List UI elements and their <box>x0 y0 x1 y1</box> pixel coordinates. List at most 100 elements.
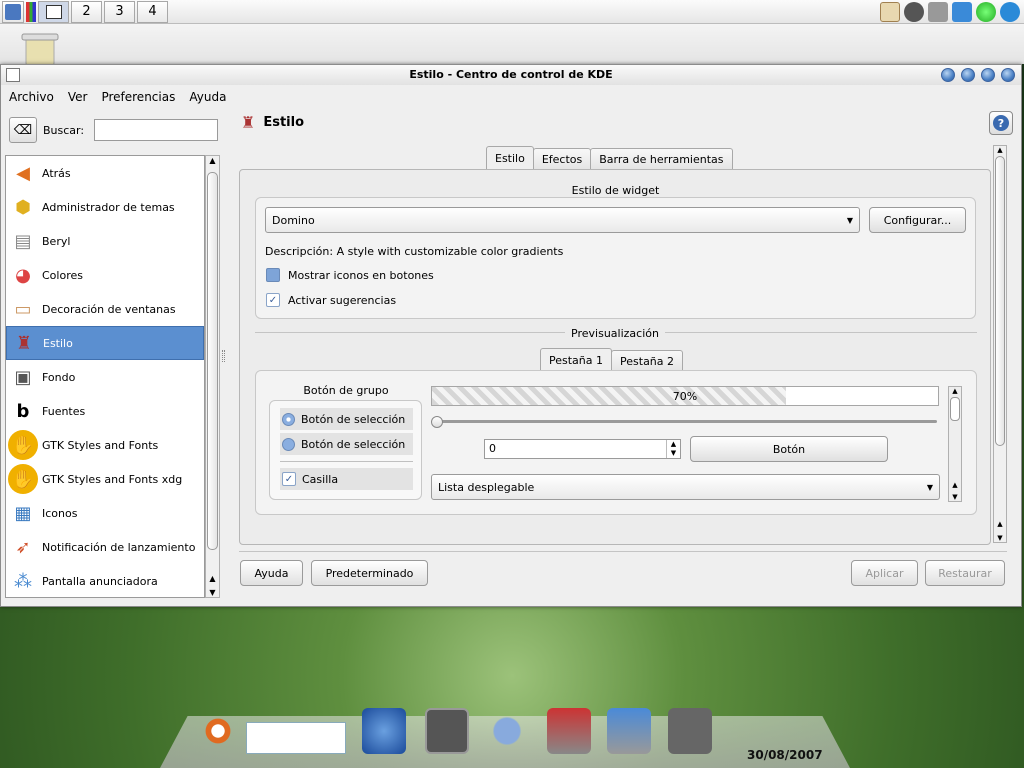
klipper-icon[interactable] <box>880 2 900 22</box>
tooltips-checkbox[interactable]: ✓ Activar sugerencias <box>266 293 396 307</box>
desktop-1-button[interactable] <box>38 0 69 23</box>
menu-archivo[interactable]: Archivo <box>9 90 54 104</box>
module-list-scrollbar[interactable]: ▲ ▲ ▼ <box>205 155 220 598</box>
bottom-divider <box>239 551 1007 552</box>
slider-track <box>437 420 937 423</box>
globe-icon[interactable] <box>1000 2 1020 22</box>
terminal-icon[interactable] <box>425 708 469 754</box>
color-icon <box>26 1 36 22</box>
progress-bar: 70% <box>431 386 939 406</box>
dropdown-arrow-icon: ▼ <box>926 483 933 492</box>
splitter-handle[interactable] <box>222 350 225 362</box>
screenshot-icon[interactable] <box>607 708 651 754</box>
style-description: Descripción: A style with customizable c… <box>265 245 564 258</box>
whats-this-button[interactable]: ? <box>989 111 1013 135</box>
scroll-down-icon[interactable]: ▼ <box>994 534 1006 542</box>
kde-logo-icon[interactable] <box>362 708 406 754</box>
package-manager-icon[interactable] <box>547 708 591 754</box>
checkmark-icon[interactable]: ✓ <box>266 293 280 307</box>
scroll-thumb[interactable] <box>950 397 960 421</box>
system-tray <box>880 2 1020 22</box>
sidebar-item-splash-screen[interactable]: ⁂ Pantalla anunciadora <box>6 564 204 597</box>
tab-estilo[interactable]: Estilo <box>486 146 534 170</box>
ubuntu-icon[interactable] <box>196 708 240 754</box>
desktop-2-button[interactable]: 2 <box>71 0 102 23</box>
apply-button[interactable]: Aplicar <box>851 560 918 586</box>
network-tool-icon[interactable] <box>485 708 529 754</box>
sidebar-item-gtk-styles-xdg[interactable]: ✋ GTK Styles and Fonts xdg <box>6 462 204 496</box>
sidebar-item-gtk-styles[interactable]: ✋ GTK Styles and Fonts <box>6 428 204 462</box>
menu-ver[interactable]: Ver <box>68 90 88 104</box>
scroll-up-icon-2[interactable]: ▲ <box>949 481 961 489</box>
question-icon: ? <box>993 115 1009 131</box>
content-scrollbar[interactable]: ▲ ▲ ▼ <box>993 145 1007 543</box>
sidebar-item-fonts[interactable]: b Fuentes <box>6 394 204 428</box>
sidebar-item-launch-feedback[interactable]: ➶ Notificación de lanzamiento <box>6 530 204 564</box>
configure-button[interactable]: Configurar... <box>869 207 966 233</box>
scroll-up-icon[interactable]: ▲ <box>949 387 961 395</box>
bluetooth-icon[interactable] <box>904 2 924 22</box>
widget-style-title: Estilo de widget <box>571 184 660 197</box>
control-center-icon[interactable] <box>668 708 712 754</box>
scroll-down-icon[interactable]: ▼ <box>206 588 219 597</box>
show-icons-checkbox[interactable]: Mostrar iconos en botones <box>266 268 434 282</box>
tab-efectos[interactable]: Efectos <box>532 148 592 170</box>
tab-pestana-1[interactable]: Pestaña 1 <box>540 348 613 372</box>
sidebar-item-colors[interactable]: ◕ Colores <box>6 258 204 292</box>
sidebar-item-theme-manager[interactable]: ⬢ Administrador de temas <box>6 190 204 224</box>
desktop-3-button[interactable]: 3 <box>104 0 135 23</box>
help-button[interactable]: Ayuda <box>240 560 303 586</box>
maximize-icon[interactable] <box>981 68 995 82</box>
scroll-up-icon-2[interactable]: ▲ <box>994 520 1006 528</box>
trash-icon[interactable] <box>18 30 62 67</box>
sidebar-item-icons[interactable]: ▦ Iconos <box>6 496 204 530</box>
window-decoration-icon: ▭ <box>14 298 32 320</box>
scroll-thumb[interactable] <box>995 156 1005 446</box>
sidebar-item-beryl[interactable]: ▤ Beryl <box>6 224 204 258</box>
spin-arrows-icon[interactable]: ▲ ▼ <box>666 440 680 458</box>
scroll-down-icon[interactable]: ▼ <box>949 493 961 501</box>
sidebar-item-style[interactable]: ♜ Estilo <box>6 326 204 360</box>
usb-icon[interactable] <box>928 2 948 22</box>
desktop-4-button[interactable]: 4 <box>137 0 168 23</box>
widget-style-select[interactable]: Domino ▼ <box>265 207 860 233</box>
preview-slider[interactable] <box>431 416 941 428</box>
sidebar-item-back[interactable]: ◀ Atrás <box>6 156 204 190</box>
preview-dropdown[interactable]: Lista desplegable ▼ <box>431 474 940 500</box>
window-menu-icon[interactable] <box>6 68 20 82</box>
help-title-icon[interactable] <box>941 68 955 82</box>
scroll-up-icon[interactable]: ▲ <box>206 156 219 170</box>
preview-checkbox[interactable]: ✓ Casilla <box>280 468 413 490</box>
minimize-icon[interactable] <box>961 68 975 82</box>
radio-button-1[interactable]: Botón de selección <box>280 408 413 430</box>
search-input[interactable] <box>94 119 219 141</box>
scroll-up-icon[interactable]: ▲ <box>994 146 1006 154</box>
scroll-thumb[interactable] <box>207 172 218 550</box>
slider-handle[interactable] <box>431 416 443 428</box>
checkmark-icon: ✓ <box>282 472 296 486</box>
tab-pestana-2[interactable]: Pestaña 2 <box>611 350 684 372</box>
preview-scrollbar[interactable]: ▲ ▲ ▼ <box>948 386 962 502</box>
radio-button-2[interactable]: Botón de selección <box>280 433 413 455</box>
button-group: Botón de selección Botón de selección ✓ C… <box>269 400 422 500</box>
menu-ayuda[interactable]: Ayuda <box>189 90 226 104</box>
scroll-up-icon-2[interactable]: ▲ <box>206 574 219 583</box>
status-icon[interactable] <box>976 2 996 22</box>
sidebar-item-window-decoration[interactable]: ▭ Decoración de ventanas <box>6 292 204 326</box>
clear-search-button[interactable]: ⌫ <box>9 117 37 143</box>
close-icon[interactable] <box>1001 68 1015 82</box>
reset-button[interactable]: Restaurar <box>925 560 1005 586</box>
kde-menu-icon[interactable] <box>2 0 24 23</box>
tab-toolbar[interactable]: Barra de herramientas <box>590 148 733 170</box>
title-bar[interactable]: Estilo - Centro de control de KDE <box>1 65 1021 85</box>
checkbox-box[interactable] <box>266 268 280 282</box>
sidebar-item-background[interactable]: ▣ Fondo <box>6 360 204 394</box>
gnome-foot-icon: ✋ <box>8 430 38 460</box>
preview-button[interactable]: Botón <box>690 436 888 462</box>
defaults-button[interactable]: Predeterminado <box>311 560 428 586</box>
spin-box[interactable]: 0 ▲ ▼ <box>484 439 681 459</box>
pager-widget[interactable] <box>246 722 346 754</box>
menu-preferencias[interactable]: Preferencias <box>101 90 175 104</box>
network-icon[interactable] <box>952 2 972 22</box>
top-panel: 2 3 4 <box>0 0 1024 24</box>
